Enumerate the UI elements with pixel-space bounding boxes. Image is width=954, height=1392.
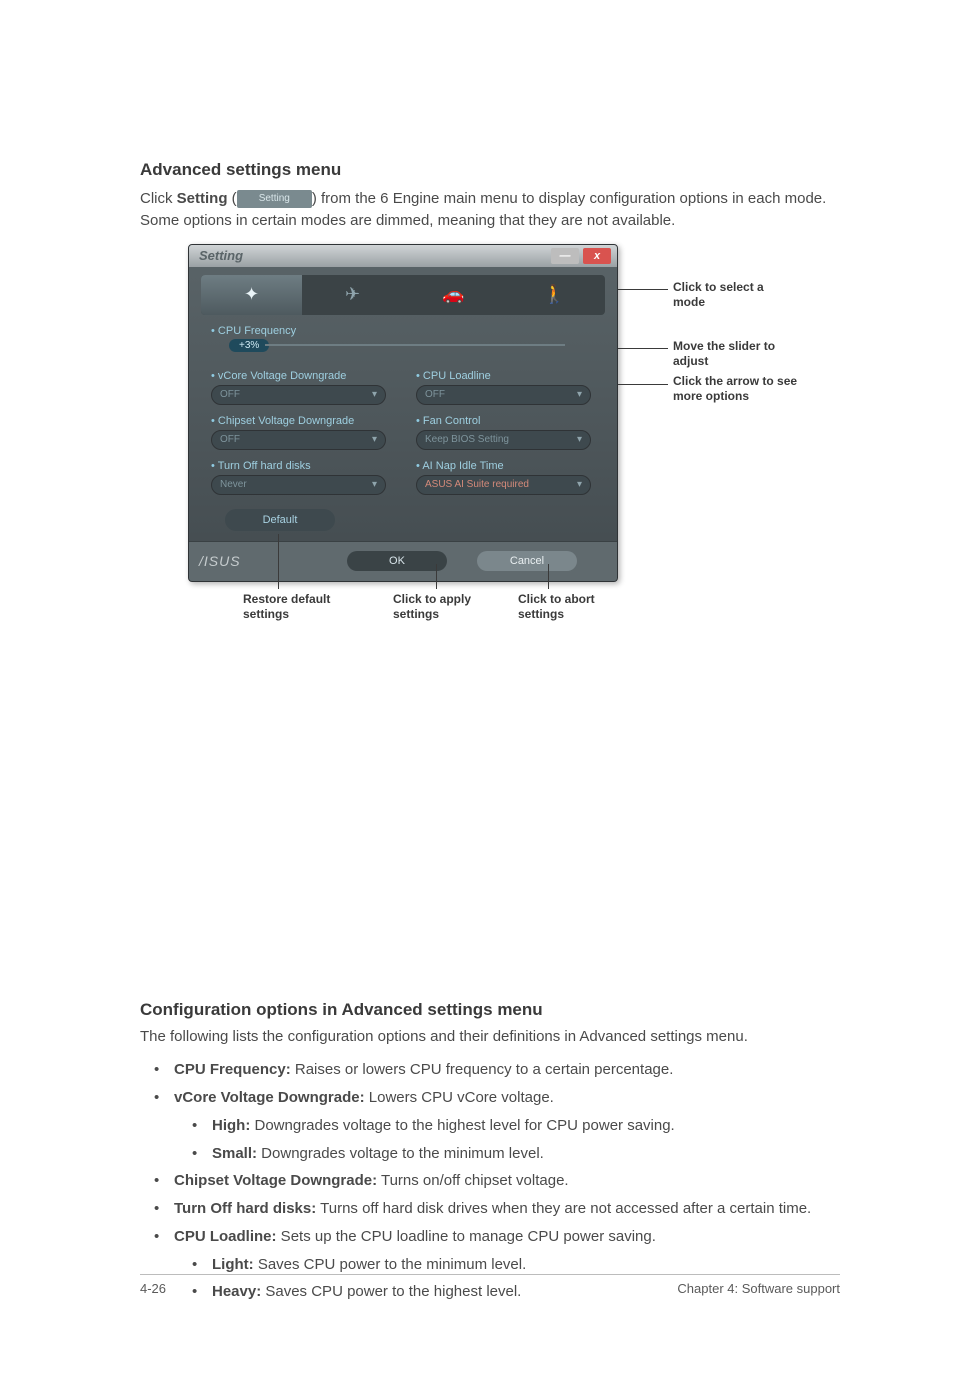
chapter-label: Chapter 4: Software support: [677, 1281, 840, 1296]
ainap-label: AI Nap Idle Time: [416, 460, 591, 472]
opt-loadline-bold: CPU Loadline:: [174, 1228, 277, 1245]
callout-arrow: Click the arrow to see more options: [673, 374, 803, 404]
cancel-button[interactable]: Cancel: [477, 551, 577, 571]
loadline-label: CPU Loadline: [416, 370, 591, 382]
vcore-value: OFF: [220, 389, 240, 400]
mode-tab-plane[interactable]: ✈: [302, 275, 403, 315]
config-options-intro: The following lists the configuration op…: [140, 1026, 840, 1048]
chevron-down-icon: ▾: [577, 434, 582, 445]
ok-button[interactable]: OK: [347, 551, 447, 571]
loadline-value: OFF: [425, 389, 445, 400]
window-titlebar: Setting — x: [189, 245, 617, 267]
options-list: CPU Frequency: Raises or lowers CPU freq…: [140, 1059, 840, 1303]
callout-abort: Click to abort settings: [518, 592, 628, 622]
turnoff-dropdown[interactable]: Never ▾: [211, 475, 386, 495]
walk-icon: 🚶: [543, 284, 565, 305]
vcore-dropdown[interactable]: OFF ▾: [211, 385, 386, 405]
cpu-frequency-value: +3%: [229, 339, 269, 352]
opt-vcore-text: Lowers CPU vCore voltage.: [365, 1089, 554, 1106]
chevron-down-icon: ▾: [577, 479, 582, 490]
intro-paren-close: ): [312, 190, 321, 207]
heading-config-options: Configuration options in Advanced settin…: [140, 1000, 840, 1020]
opt-cpu-frequency-bold: CPU Frequency:: [174, 1061, 291, 1078]
fan-label: Fan Control: [416, 415, 591, 427]
intro-paren-open: (: [228, 190, 237, 207]
slider-track: [265, 344, 565, 346]
intro-setting-word: Setting: [177, 190, 228, 207]
opt-turnoff-bold: Turn Off hard disks:: [174, 1200, 316, 1217]
opt-chipset: Chipset Voltage Downgrade: Turns on/off …: [140, 1170, 840, 1192]
plane-icon: ✈: [345, 284, 360, 305]
opt-vcore-bold: vCore Voltage Downgrade:: [174, 1089, 365, 1106]
intro-prefix: Click: [140, 190, 177, 207]
chipset-label: Chipset Voltage Downgrade: [211, 415, 386, 427]
opt-loadline-text: Sets up the CPU loadline to manage CPU p…: [277, 1228, 656, 1245]
turnoff-value: Never: [220, 479, 247, 490]
opt-loadline: CPU Loadline: Sets up the CPU loadline t…: [140, 1226, 840, 1248]
mode-tab-car[interactable]: 🚗: [403, 275, 504, 315]
chevron-down-icon: ▾: [372, 434, 377, 445]
settings-window-figure: Setting — x ✦ ✈ 🚗 🚶 CPU Frequency +3% vC…: [188, 244, 888, 972]
opt-turnoff-text: Turns off hard disk drives when they are…: [316, 1200, 811, 1217]
opt-chipset-bold: Chipset Voltage Downgrade:: [174, 1172, 377, 1189]
settings-window: Setting — x ✦ ✈ 🚗 🚶 CPU Frequency +3% vC…: [188, 244, 618, 582]
mode-tab-walk[interactable]: 🚶: [504, 275, 605, 315]
heading-advanced: Advanced settings menu: [140, 160, 840, 180]
mode-tab-turbo[interactable]: ✦: [201, 275, 302, 315]
opt-small: Small: Downgrades voltage to the minimum…: [140, 1143, 840, 1165]
inline-setting-button: Setting: [237, 190, 312, 209]
vcore-label: vCore Voltage Downgrade: [211, 370, 386, 382]
opt-vcore: vCore Voltage Downgrade: Lowers CPU vCor…: [140, 1087, 840, 1109]
callout-restore: Restore default settings: [243, 592, 363, 622]
opt-light: Light: Saves CPU power to the minimum le…: [140, 1254, 840, 1276]
turbo-icon: ✦: [244, 284, 259, 305]
window-close-button[interactable]: x: [583, 248, 611, 264]
turnoff-label: Turn Off hard disks: [211, 460, 386, 472]
loadline-dropdown[interactable]: OFF ▾: [416, 385, 591, 405]
window-title: Setting: [199, 248, 243, 263]
callout-select-mode: Click to select a mode: [673, 280, 793, 310]
chevron-down-icon: ▾: [372, 389, 377, 400]
opt-cpu-frequency-text: Raises or lowers CPU frequency to a cert…: [291, 1061, 674, 1078]
fan-dropdown[interactable]: Keep BIOS Setting ▾: [416, 430, 591, 450]
chipset-dropdown[interactable]: OFF ▾: [211, 430, 386, 450]
callout-slider: Move the slider to adjust: [673, 339, 803, 369]
opt-light-text: Saves CPU power to the minimum level.: [254, 1256, 527, 1273]
ainap-dropdown[interactable]: ASUS AI Suite required ▾: [416, 475, 591, 495]
fan-value: Keep BIOS Setting: [425, 434, 509, 445]
callout-apply: Click to apply settings: [393, 592, 503, 622]
opt-high-text: Downgrades voltage to the highest level …: [250, 1117, 674, 1134]
page-footer: 4-26 Chapter 4: Software support: [140, 1274, 840, 1296]
chipset-value: OFF: [220, 434, 240, 445]
mode-tabs: ✦ ✈ 🚗 🚶: [201, 275, 605, 315]
opt-cpu-frequency: CPU Frequency: Raises or lowers CPU freq…: [140, 1059, 840, 1081]
opt-small-bold: Small:: [212, 1145, 257, 1162]
default-button[interactable]: Default: [225, 509, 335, 531]
opt-light-bold: Light:: [212, 1256, 254, 1273]
window-minimize-button[interactable]: —: [551, 248, 579, 264]
opt-chipset-text: Turns on/off chipset voltage.: [377, 1172, 569, 1189]
chevron-down-icon: ▾: [577, 389, 582, 400]
ainap-value: ASUS AI Suite required: [425, 479, 529, 490]
opt-turnoff: Turn Off hard disks: Turns off hard disk…: [140, 1198, 840, 1220]
asus-logo: /ISUS: [199, 553, 241, 569]
opt-high: High: Downgrades voltage to the highest …: [140, 1115, 840, 1137]
car-icon: 🚗: [442, 284, 464, 305]
opt-small-text: Downgrades voltage to the minimum level.: [257, 1145, 544, 1162]
intro-paragraph: Click Setting (Setting) from the 6 Engin…: [140, 188, 840, 232]
opt-high-bold: High:: [212, 1117, 250, 1134]
cpu-frequency-slider[interactable]: +3%: [229, 339, 617, 352]
page-number: 4-26: [140, 1281, 166, 1296]
cpu-frequency-label: CPU Frequency: [211, 325, 617, 337]
chevron-down-icon: ▾: [372, 479, 377, 490]
